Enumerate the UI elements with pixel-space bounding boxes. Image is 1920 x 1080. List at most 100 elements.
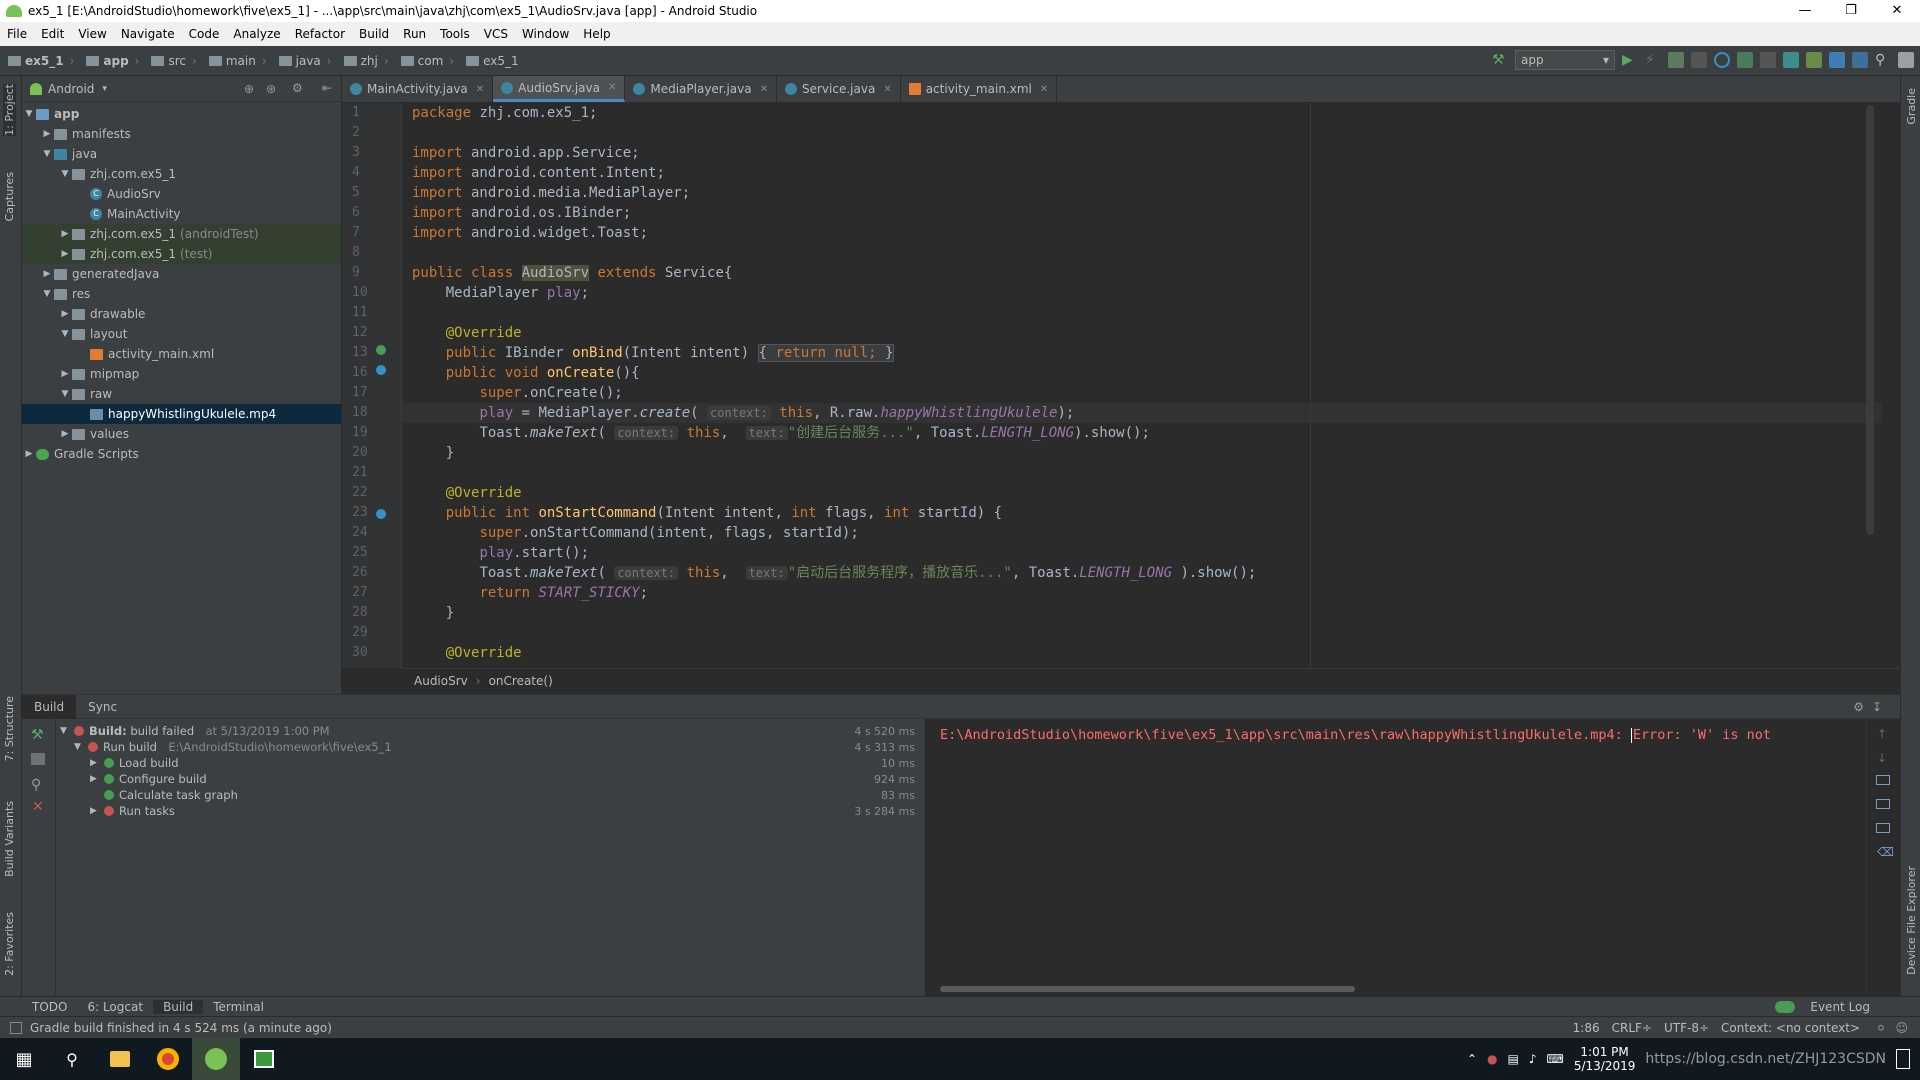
tree-item-activity-main[interactable]: activity_main.xml (22, 344, 341, 364)
notifications-icon[interactable] (1896, 1049, 1910, 1069)
menu-tools[interactable]: Tools (433, 27, 477, 41)
project-view-select[interactable]: Android (48, 82, 94, 96)
collapsed-arrow-icon[interactable]: ▶ (58, 229, 72, 239)
collapsed-arrow-icon[interactable]: ▶ (90, 758, 104, 768)
error-file-path[interactable]: E:\AndroidStudio\homework\five\ex5_1\app… (940, 727, 1631, 743)
collapse-all-icon[interactable]: ⊛ (266, 82, 276, 96)
tree-item-generatedjava[interactable]: ▶ generatedJava (22, 264, 341, 284)
tree-item-java[interactable]: ▼ java (22, 144, 341, 164)
expanded-arrow-icon[interactable]: ▼ (40, 149, 54, 159)
close-icon[interactable]: ✕ (1040, 84, 1048, 95)
attach-debugger-icon[interactable] (1737, 52, 1753, 68)
soft-wrap-icon[interactable] (1876, 775, 1890, 785)
expanded-arrow-icon[interactable]: ▼ (58, 329, 72, 339)
tree-item-mp4-selected[interactable]: happyWhistlingUkulele.mp4 (22, 404, 341, 424)
tab-mediaplayer[interactable]: MediaPlayer.java ✕ (625, 76, 777, 102)
override-marker-icon[interactable] (376, 509, 386, 519)
down-arrow-icon[interactable]: ↓ (1877, 751, 1887, 765)
expanded-arrow-icon[interactable]: ▼ (22, 109, 36, 119)
collapsed-arrow-icon[interactable]: ▶ (90, 774, 104, 784)
build-row-run-tasks[interactable]: ▶ Run tasks 3 s 284 ms (56, 803, 925, 819)
tab-audiosrv[interactable]: AudioSrv.java ✕ (493, 76, 626, 102)
tree-item-layout[interactable]: ▼ layout (22, 324, 341, 344)
project-tool-tab[interactable]: 1: Project (3, 84, 16, 136)
hide-panel-icon[interactable]: ↧ (1860, 700, 1894, 714)
breadcrumb-item[interactable]: com › (393, 54, 458, 68)
structure-tool-tab[interactable]: 7: Structure (3, 696, 16, 761)
breadcrumb-item[interactable]: ex5_1 (458, 54, 523, 68)
file-explorer-button[interactable] (96, 1038, 144, 1080)
layout-inspector-icon[interactable] (1852, 52, 1868, 68)
tab-logcat[interactable]: 6: Logcat (77, 1000, 153, 1014)
hector-icon[interactable]: ☺ (1895, 1021, 1908, 1035)
tab-activity-main[interactable]: activity_main.xml ✕ (901, 76, 1058, 102)
breadcrumb-method[interactable]: onCreate() (489, 674, 553, 688)
collapsed-arrow-icon[interactable]: ▶ (22, 449, 36, 459)
app-taskbar-button[interactable] (240, 1038, 288, 1080)
line-separator[interactable]: CRLF÷ (1612, 1021, 1652, 1035)
up-arrow-icon[interactable]: ↑ (1877, 727, 1887, 741)
build-row-root[interactable]: ▼ Build: build failed at 5/13/2019 1:00 P… (56, 723, 925, 739)
output-horizontal-scrollbar[interactable] (940, 986, 1355, 992)
chevron-down-icon[interactable]: ▾ (102, 84, 107, 94)
tree-item-audiosrv[interactable]: C AudioSrv (22, 184, 341, 204)
tree-item-package-test[interactable]: ▶ zhj.com.ex5_1 (test) (22, 244, 341, 264)
file-encoding[interactable]: UTF-8÷ (1664, 1021, 1709, 1035)
tree-item-mipmap[interactable]: ▶ mipmap (22, 364, 341, 384)
tab-todo[interactable]: TODO (22, 1000, 77, 1014)
collapsed-arrow-icon[interactable]: ▶ (58, 429, 72, 439)
tab-build[interactable]: Build (22, 694, 77, 719)
collapsed-arrow-icon[interactable]: ▶ (40, 269, 54, 279)
gradle-tool-tab[interactable]: Gradle (1905, 88, 1918, 125)
tree-item-app[interactable]: ▼ app (22, 104, 341, 124)
menu-build[interactable]: Build (352, 27, 396, 41)
menu-run[interactable]: Run (396, 27, 433, 41)
project-structure-icon[interactable] (1898, 52, 1914, 68)
scroll-from-source-icon[interactable]: ⊕ (244, 82, 254, 96)
build-output-console[interactable]: E:\AndroidStudio\homework\five\ex5_1\app… (928, 719, 1866, 997)
tab-build-tool[interactable]: Build (153, 999, 204, 1014)
tree-item-gradle-scripts[interactable]: ▶ Gradle Scripts (22, 444, 341, 464)
breadcrumb-item[interactable]: app › (78, 54, 143, 68)
restore-button[interactable]: ❐ (1828, 0, 1874, 22)
close-icon[interactable]: ✕ (760, 84, 768, 95)
menu-help[interactable]: Help (576, 27, 617, 41)
search-button[interactable]: ⚲ (48, 1038, 96, 1080)
tree-item-mainactivity[interactable]: C MainActivity (22, 204, 341, 224)
menu-analyze[interactable]: Analyze (226, 27, 287, 41)
expanded-arrow-icon[interactable]: ▼ (58, 169, 72, 179)
collapsed-arrow-icon[interactable]: ▶ (90, 806, 104, 816)
android-studio-taskbar-button[interactable] (192, 1038, 240, 1080)
build-row-task-graph[interactable]: Calculate task graph 83 ms (56, 787, 925, 803)
device-file-explorer-tab[interactable]: Device File Explorer (1905, 866, 1918, 975)
favorites-tool-tab[interactable]: 2: Favorites (3, 912, 16, 976)
sync-gradle-icon[interactable] (1783, 52, 1799, 68)
print-icon[interactable] (1876, 823, 1890, 833)
expanded-arrow-icon[interactable]: ▼ (74, 742, 88, 752)
tree-item-res[interactable]: ▼ res (22, 284, 341, 304)
breadcrumb-item[interactable]: src › (143, 54, 200, 68)
expanded-arrow-icon[interactable]: ▼ (60, 726, 74, 736)
tree-item-raw[interactable]: ▼ raw (22, 384, 341, 404)
breadcrumb-item[interactable]: ex5_1 › (0, 54, 78, 68)
volume-icon[interactable]: ♪ (1529, 1052, 1537, 1066)
close-icon[interactable]: ✕ (883, 84, 891, 95)
override-marker-icon[interactable] (376, 365, 386, 375)
menu-navigate[interactable]: Navigate (114, 27, 182, 41)
menu-refactor[interactable]: Refactor (288, 27, 352, 41)
tray-app-icon[interactable]: ● (1487, 1052, 1497, 1066)
rebuild-hammer-icon[interactable]: ⚒ (31, 727, 44, 743)
chevron-up-icon[interactable]: ⌃ (1467, 1052, 1477, 1066)
chrome-button[interactable] (144, 1038, 192, 1080)
run-icon[interactable]: ▶ (1622, 52, 1638, 68)
build-row-configure[interactable]: ▶ Configure build 924 ms (56, 771, 925, 787)
profile-icon[interactable] (1714, 52, 1730, 68)
close-icon[interactable]: ✕ (476, 84, 484, 95)
context-indicator[interactable]: Context: <no context> (1721, 1021, 1860, 1035)
breadcrumb-item[interactable]: java › (271, 54, 336, 68)
folded-code-block[interactable]: { return null; } (757, 344, 895, 362)
trash-icon[interactable]: ⌫ (1877, 845, 1894, 859)
hide-panel-icon[interactable]: ⇤ (322, 81, 332, 95)
tab-mainactivity[interactable]: MainActivity.java ✕ (342, 76, 494, 102)
close-icon[interactable]: ✕ (608, 82, 616, 93)
